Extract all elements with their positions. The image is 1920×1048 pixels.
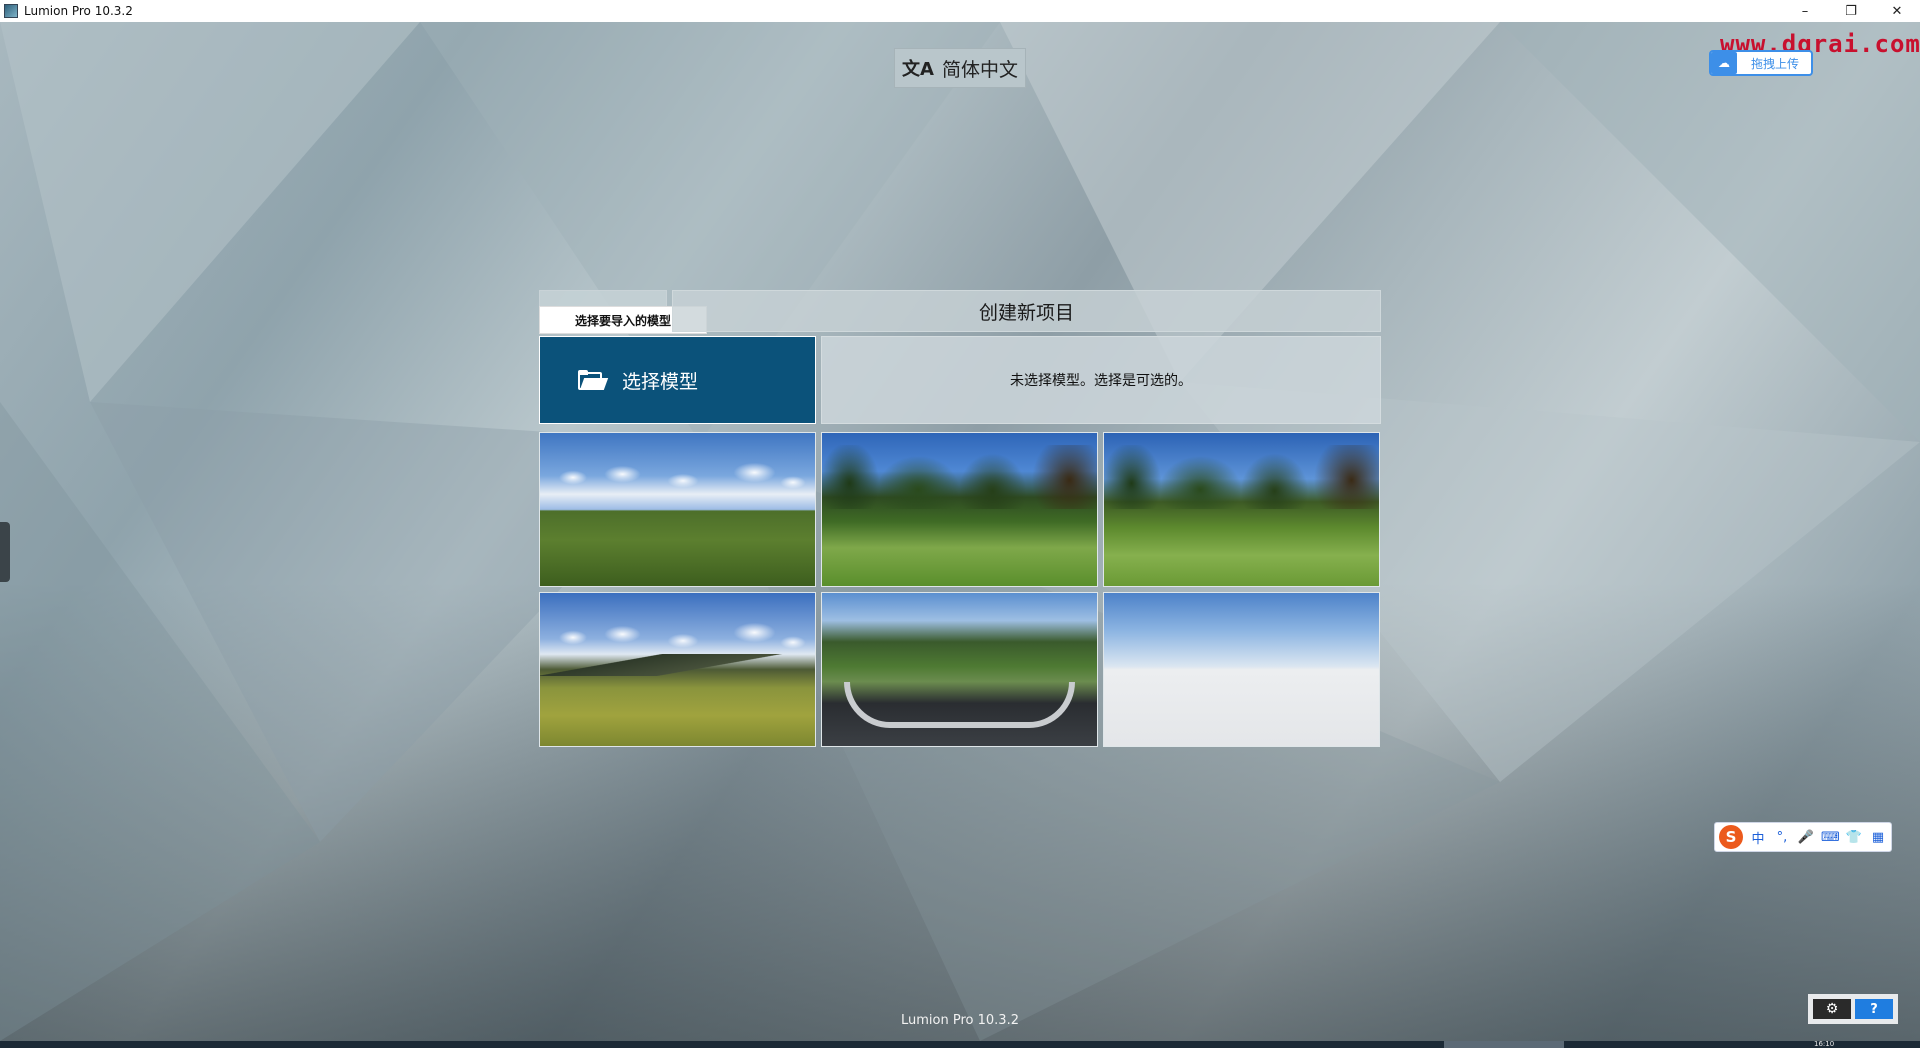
template-blank-sky[interactable] <box>1103 592 1380 747</box>
template-hills-field[interactable] <box>539 592 816 747</box>
microphone-icon[interactable]: 🎤 <box>1797 830 1815 845</box>
template-grass-field[interactable] <box>539 432 816 587</box>
settings-button[interactable]: ⚙ <box>1813 999 1851 1019</box>
lumion-app-icon <box>4 4 18 18</box>
taskbar-active-app[interactable] <box>1444 1041 1564 1048</box>
toolbox-icon[interactable]: ▦ <box>1869 830 1887 845</box>
bottom-tools: ⚙ ? <box>1808 994 1898 1024</box>
start-screen: 文A 简体中文 www.dgrai.com ☁ 拖拽上传 选择要导入的模型 创建… <box>0 22 1920 1041</box>
language-label: 简体中文 <box>941 58 1018 81</box>
create-new-project-header: 创建新项目 <box>672 290 1381 332</box>
window-titlebar: Lumion Pro 10.3.2 – ❐ ✕ <box>0 0 1920 22</box>
os-taskbar: 16:10 <box>0 1041 1920 1048</box>
template-tropical-meadow[interactable] <box>1103 432 1380 587</box>
template-roundabout-park[interactable] <box>821 592 1098 747</box>
drag-upload-widget[interactable]: ☁ 拖拽上传 <box>1709 50 1813 76</box>
ime-punctuation-toggle[interactable]: °, <box>1773 830 1791 845</box>
window-title: Lumion Pro 10.3.2 <box>24 4 133 18</box>
sogou-logo-icon[interactable]: S <box>1719 825 1743 849</box>
help-button[interactable]: ? <box>1855 999 1893 1019</box>
window-controls: – ❐ ✕ <box>1782 0 1920 22</box>
select-model-label: 选择模型 <box>622 370 699 393</box>
minimize-button[interactable]: – <box>1782 0 1828 22</box>
ime-mode-toggle[interactable]: 中 <box>1749 828 1767 847</box>
template-grid <box>539 432 1381 747</box>
question-icon: ? <box>1870 1001 1878 1017</box>
translate-icon: 文A <box>902 59 934 80</box>
upload-label: 拖拽上传 <box>1751 56 1800 71</box>
taskbar-clock: 16:10 <box>1814 1040 1835 1048</box>
skin-icon[interactable]: 👕 <box>1845 830 1863 845</box>
baidu-cloud-icon: ☁ <box>1711 52 1737 74</box>
gear-icon: ⚙ <box>1825 1001 1839 1017</box>
template-forest-meadow[interactable] <box>821 432 1098 587</box>
close-button[interactable]: ✕ <box>1874 0 1920 22</box>
sogou-ime-toolbar[interactable]: S 中 °, 🎤 ⌨ 👕 ▦ <box>1714 822 1892 852</box>
side-panel-handle[interactable] <box>0 522 10 582</box>
keyboard-icon[interactable]: ⌨ <box>1821 830 1840 845</box>
language-selector[interactable]: 文A 简体中文 <box>894 48 1026 88</box>
model-status-info: 未选择模型。选择是可选的。 <box>821 336 1381 424</box>
folder-open-icon <box>578 370 609 390</box>
restore-button[interactable]: ❐ <box>1828 0 1874 22</box>
version-label: Lumion Pro 10.3.2 <box>901 1013 1019 1028</box>
select-model-button[interactable]: 选择模型 <box>539 336 816 424</box>
